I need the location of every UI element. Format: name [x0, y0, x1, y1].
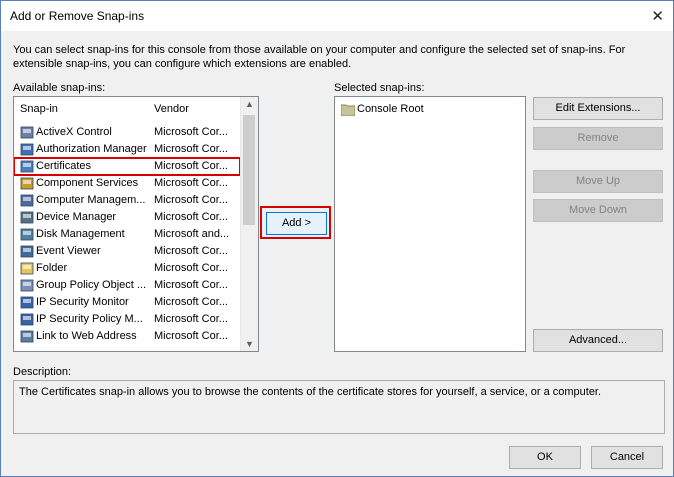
snapin-vendor: Microsoft Cor...: [154, 177, 228, 189]
scroll-down-icon[interactable]: ▼: [245, 339, 254, 349]
list-item[interactable]: Disk Management Microsoft and...: [14, 226, 240, 243]
description-box: The Certificates snap-in allows you to b…: [13, 380, 665, 434]
snapin-vendor: Microsoft Cor...: [154, 211, 228, 223]
snapin-name: Certificates: [36, 160, 92, 172]
scroll-up-icon[interactable]: ▲: [245, 99, 254, 109]
cancel-button[interactable]: Cancel: [591, 446, 663, 469]
console-root-folder-icon: [341, 103, 355, 116]
list-item[interactable]: Authorization Manager Microsoft Cor...: [14, 141, 240, 158]
list-item[interactable]: ActiveX Control Microsoft Cor...: [14, 124, 240, 141]
certificates-icon: [20, 160, 34, 173]
available-rows: ActiveX Control Microsoft Cor... Authoriza…: [14, 124, 241, 345]
move-down-button[interactable]: Move Down: [533, 199, 663, 222]
snapin-vendor: Microsoft and...: [154, 228, 230, 240]
list-item[interactable]: Link to Web Address Microsoft Cor...: [14, 328, 240, 345]
snapin-vendor: Microsoft Cor...: [154, 262, 228, 274]
snapin-name: Device Manager: [36, 211, 117, 223]
snapin-name: Link to Web Address: [36, 330, 137, 342]
event-viewer-icon: [20, 245, 34, 258]
disk-management-icon: [20, 228, 34, 241]
advanced-button[interactable]: Advanced...: [533, 329, 663, 352]
component-services-icon: [20, 177, 34, 190]
snapin-vendor: Microsoft Cor...: [154, 143, 228, 155]
ok-button[interactable]: OK: [509, 446, 581, 469]
list-item[interactable]: Device Manager Microsoft Cor...: [14, 209, 240, 226]
snapin-name: IP Security Monitor: [36, 296, 129, 308]
snapin-name: ActiveX Control: [36, 126, 112, 138]
authorization-icon: [20, 143, 34, 156]
move-up-button[interactable]: Move Up: [533, 170, 663, 193]
add-button[interactable]: Add >: [266, 212, 327, 235]
snapin-name: Authorization Manager: [36, 143, 147, 155]
list-item[interactable]: Certificates Microsoft Cor...: [14, 157, 241, 176]
ip-security-monitor-icon: [20, 296, 34, 309]
description-label: Description:: [13, 366, 72, 378]
snapin-dialog: Add or Remove Snap-ins ✕ You can select …: [0, 0, 674, 477]
list-item[interactable]: Computer Managem... Microsoft Cor...: [14, 192, 240, 209]
snapin-name: Folder: [36, 262, 68, 274]
snapin-vendor: Microsoft Cor...: [154, 126, 228, 138]
snapin-name: Group Policy Object ...: [36, 279, 147, 291]
intro-text: You can select snap-ins for this console…: [13, 44, 626, 70]
snapin-name: Component Services: [36, 177, 139, 189]
close-icon[interactable]: ✕: [651, 7, 664, 25]
available-snapins-list[interactable]: Snap-in Vendor ActiveX Control Microsoft …: [13, 96, 259, 352]
list-item[interactable]: IP Security Monitor Microsoft Cor...: [14, 294, 240, 311]
snapin-name: Computer Managem...: [36, 194, 146, 206]
snapin-vendor: Microsoft Cor...: [154, 296, 228, 308]
title-bar: Add or Remove Snap-ins ✕: [1, 1, 673, 31]
column-header-vendor[interactable]: Vendor: [152, 97, 242, 121]
list-item[interactable]: Component Services Microsoft Cor...: [14, 175, 240, 192]
column-header-snapin[interactable]: Snap-in: [14, 97, 157, 121]
snapin-vendor: Microsoft Cor...: [154, 279, 228, 291]
group-policy-icon: [20, 279, 34, 292]
available-label: Available snap-ins:: [13, 82, 106, 94]
vertical-scrollbar[interactable]: ▲ ▼: [240, 97, 258, 351]
list-item[interactable]: IP Security Policy M... Microsoft Cor...: [14, 311, 240, 328]
snapin-vendor: Microsoft Cor...: [154, 194, 228, 206]
list-item[interactable]: Folder Microsoft Cor...: [14, 260, 240, 277]
scroll-thumb[interactable]: [243, 115, 255, 225]
snapin-vendor: Microsoft Cor...: [154, 313, 228, 325]
snapin-vendor: Microsoft Cor...: [154, 330, 228, 342]
selected-item-label: Console Root: [357, 103, 424, 115]
edit-extensions-button[interactable]: Edit Extensions...: [533, 97, 663, 120]
snapin-name: Disk Management: [36, 228, 125, 240]
list-item[interactable]: Console Root: [335, 101, 525, 118]
folder-icon: [20, 262, 34, 275]
ip-security-policy-icon: [20, 313, 34, 326]
add-button-highlight: Add >: [260, 206, 331, 239]
link-web-icon: [20, 330, 34, 343]
selected-label: Selected snap-ins:: [334, 82, 425, 94]
remove-button[interactable]: Remove: [533, 127, 663, 150]
list-item[interactable]: Event Viewer Microsoft Cor...: [14, 243, 240, 260]
activex-icon: [20, 126, 34, 139]
snapin-vendor: Microsoft Cor...: [154, 245, 228, 257]
selected-snapins-list[interactable]: Console Root: [334, 96, 526, 352]
snapin-name: Event Viewer: [36, 245, 101, 257]
dialog-title: Add or Remove Snap-ins: [10, 9, 145, 23]
device-manager-icon: [20, 211, 34, 224]
list-item[interactable]: Group Policy Object ... Microsoft Cor...: [14, 277, 240, 294]
description-text: The Certificates snap-in allows you to b…: [19, 386, 602, 398]
snapin-name: IP Security Policy M...: [36, 313, 143, 325]
snapin-vendor: Microsoft Cor...: [154, 160, 228, 172]
computer-management-icon: [20, 194, 34, 207]
